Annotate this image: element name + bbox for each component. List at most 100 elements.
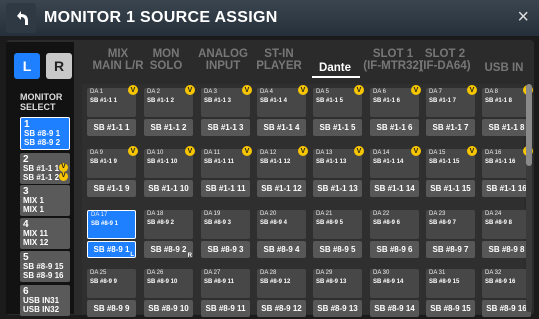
- channel-source: SB #1-1 15: [429, 159, 460, 165]
- monitor-select-6[interactable]: 6 USB IN31 USB IN32: [20, 285, 70, 316]
- channel-button[interactable]: DA 22 SB #8-9 6: [370, 210, 419, 239]
- channel-assignment-label[interactable]: SB #8-9 3: [201, 241, 250, 258]
- channel-assignment-label[interactable]: SB #8-9 7: [426, 241, 475, 258]
- channel-assignment-label[interactable]: SB #1-1 15: [426, 180, 475, 197]
- channel-assignment-label[interactable]: SB #1-1 9: [87, 180, 136, 197]
- channel-button[interactable]: DA 13 SB #1-1 13 V: [313, 146, 364, 178]
- channel-assignment-label[interactable]: SB #8-9 12: [257, 300, 306, 317]
- channel-assignment-label[interactable]: SB #8-9 6: [370, 241, 419, 258]
- channel-button[interactable]: DA 9 SB #1-1 9 V: [87, 146, 138, 178]
- channel-button[interactable]: DA 12 SB #1-1 12 V: [257, 146, 308, 178]
- channel-assignment-label[interactable]: SB #1-1 5: [313, 119, 362, 136]
- channel-button[interactable]: DA 32 SB #8-9 16: [482, 269, 531, 298]
- channel-button[interactable]: DA 28 SB #8-9 12: [257, 269, 306, 298]
- channel-button[interactable]: DA 26 SB #8-9 10: [144, 269, 193, 298]
- right-channel-button[interactable]: R: [46, 53, 72, 79]
- channel-assignment-label[interactable]: SB #8-9 11: [201, 300, 250, 317]
- close-icon[interactable]: ×: [517, 6, 529, 29]
- assignment-text: SB #8-9 2: [150, 245, 187, 254]
- select-line-2: USB IN32: [23, 304, 60, 314]
- monitor-select-1[interactable]: 1 SB #8-9 1 SB #8-9 2: [20, 117, 70, 150]
- channel-button[interactable]: DA 1 SB #1-1 1 V: [87, 85, 138, 117]
- channel-button[interactable]: DA 30 SB #8-9 14: [370, 269, 419, 298]
- back-button[interactable]: [6, 3, 36, 33]
- channel-name: DA 7: [429, 89, 443, 95]
- channel-source: SB #8-9 5: [316, 220, 344, 226]
- channel-source: SB #1-1 9: [90, 159, 118, 165]
- channel-assignment-label[interactable]: SB #8-9 9: [87, 300, 136, 317]
- select-line-2: MIX 12: [23, 237, 49, 247]
- channel-button[interactable]: DA 23 SB #8-9 7: [426, 210, 475, 239]
- v-badge-icon: V: [128, 85, 138, 95]
- channel-button[interactable]: DA 10 SB #1-1 10 V: [144, 146, 195, 178]
- channel-assignment-label[interactable]: SB #8-9 1L: [87, 241, 136, 258]
- v-badge-icon: V: [467, 146, 477, 156]
- tab-8[interactable]: USB IN: [464, 62, 539, 74]
- channel-button[interactable]: DA 20 SB #8-9 4: [257, 210, 306, 239]
- assignment-text: SB #8-9 8: [488, 245, 525, 254]
- channel-button[interactable]: DA 21 SB #8-9 5: [313, 210, 362, 239]
- channel-assignment-label[interactable]: SB #1-1 13: [313, 180, 362, 197]
- channel-name: DA 13: [316, 150, 333, 156]
- channel-assignment-label[interactable]: SB #1-1 16: [482, 180, 531, 197]
- channel-assignment-label[interactable]: SB #1-1 11: [201, 180, 250, 197]
- channel-button[interactable]: DA 2 SB #1-1 2 V: [144, 85, 195, 117]
- channel-assignment-label[interactable]: SB #8-9 16: [482, 300, 531, 317]
- channel-assignment-label[interactable]: SB #1-1 6: [370, 119, 419, 136]
- channel-source: SB #8-9 2: [147, 220, 175, 226]
- channel-button[interactable]: DA 31 SB #8-9 15: [426, 269, 475, 298]
- assignment-text: SB #8-9 10: [148, 304, 189, 313]
- channel-assignment-label[interactable]: SB #8-9 13: [313, 300, 362, 317]
- channel-assignment-label[interactable]: SB #8-9 10: [144, 300, 193, 317]
- channel-button[interactable]: DA 15 SB #1-1 15 V: [426, 146, 477, 178]
- channel-button[interactable]: DA 8SB #1-1 8V: [482, 85, 533, 117]
- channel-button[interactable]: DA 24 SB #8-9 8: [482, 210, 531, 239]
- left-channel-button[interactable]: L: [14, 53, 40, 79]
- channel-name: DA 18: [147, 211, 164, 217]
- channel-source: SB #8-9 9: [90, 279, 118, 285]
- channel-assignment-label[interactable]: SB #8-9 14: [370, 300, 419, 317]
- channel-button[interactable]: DA 4 SB #1-1 4 V: [257, 85, 308, 117]
- channel-button[interactable]: DA 6 SB #1-1 6 V: [370, 85, 421, 117]
- channel-button[interactable]: DA 3 SB #1-1 3 V: [201, 85, 252, 117]
- channel-assignment-label[interactable]: SB #1-1 1: [87, 119, 136, 136]
- channel-button[interactable]: DA 11 SB #1-1 11 V: [201, 146, 252, 178]
- channel-assignment-label[interactable]: SB #8-9 8: [482, 241, 531, 258]
- channel-assignment-label[interactable]: SB #1-1 3: [201, 119, 250, 136]
- channel-source: SB #8-9 10: [147, 279, 178, 285]
- channel-assignment-label[interactable]: SB #8-9 15: [426, 300, 475, 317]
- monitor-select-5[interactable]: 5 SB #8-9 15 SB #8-9 16: [20, 251, 70, 282]
- channel-button[interactable]: DA 19 SB #8-9 3: [201, 210, 250, 239]
- assignment-text: SB #1-1 2: [150, 123, 187, 132]
- channel-assignment-label[interactable]: SB #1-1 12: [257, 180, 306, 197]
- assignment-text: SB #1-1 13: [317, 184, 358, 193]
- channel-source: SB #1-1 10: [147, 159, 178, 165]
- channel-button[interactable]: DA 5 SB #1-1 5 V: [313, 85, 364, 117]
- channel-button[interactable]: DA 27 SB #8-9 11: [201, 269, 250, 298]
- channel-assignment-label[interactable]: SB #8-9 2R: [144, 241, 193, 259]
- channel-assignment-label[interactable]: SB #1-1 14: [370, 180, 419, 197]
- monitor-select-3[interactable]: 3 MIX 1 MIX 1: [20, 185, 70, 216]
- channel-button[interactable]: DA 29 SB #8-9 13: [313, 269, 362, 298]
- channel-assignment-label[interactable]: SB #8-9 4: [257, 241, 306, 258]
- channel-assignment-label[interactable]: SB #1-1 8: [482, 119, 531, 136]
- channel-button[interactable]: DA 17 SB #8-9 1: [87, 210, 136, 239]
- channel-assignment-label[interactable]: SB #8-9 5: [313, 241, 362, 258]
- channel-source: SB #8-9 1: [91, 221, 119, 227]
- monitor-select-2[interactable]: 2 SB #1-1 1 SB #1-1 2VV: [20, 153, 70, 184]
- channel-name: DA 16: [485, 150, 502, 156]
- assignment-text: SB #1-1 6: [376, 123, 413, 132]
- monitor-select-4[interactable]: 4 MIX 11 MIX 12: [20, 218, 70, 249]
- channel-button[interactable]: DA 14 SB #1-1 14 V: [370, 146, 421, 178]
- channel-assignment-label[interactable]: SB #1-1 2: [144, 119, 193, 136]
- channel-button[interactable]: DA 16SB #1-1 16V: [482, 146, 533, 178]
- channel-button[interactable]: DA 25 SB #8-9 9: [87, 269, 136, 298]
- scrollbar-thumb[interactable]: [526, 84, 532, 166]
- channel-name: DA 17: [91, 212, 108, 218]
- channel-assignment-label[interactable]: SB #1-1 10: [144, 180, 193, 197]
- channel-button[interactable]: DA 7 SB #1-1 7 V: [426, 85, 477, 117]
- assignment-text: SB #8-9 11: [205, 304, 246, 313]
- channel-assignment-label[interactable]: SB #1-1 7: [426, 119, 475, 136]
- channel-assignment-label[interactable]: SB #1-1 4: [257, 119, 306, 136]
- channel-button[interactable]: DA 18 SB #8-9 2: [144, 210, 193, 239]
